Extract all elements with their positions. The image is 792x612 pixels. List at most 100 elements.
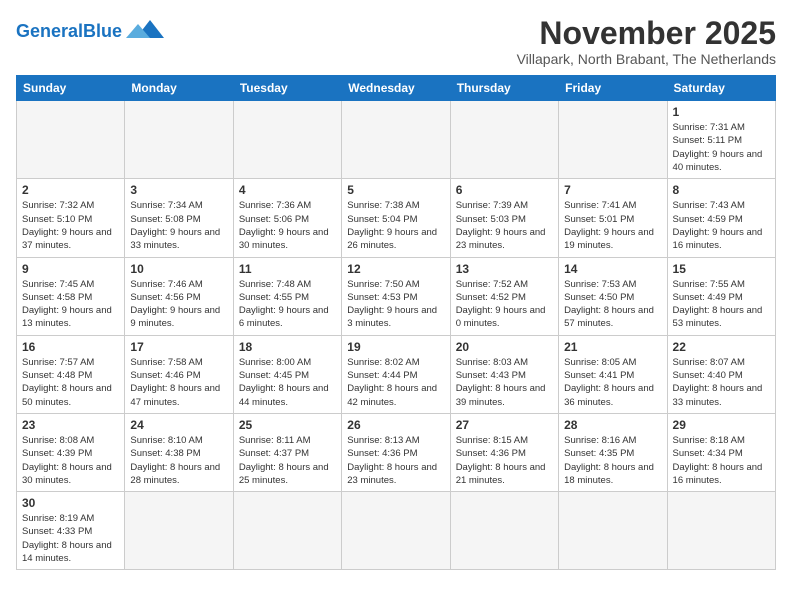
calendar-week-row: 30Sunrise: 8:19 AM Sunset: 4:33 PM Dayli… [17, 492, 776, 570]
calendar-day: 3Sunrise: 7:34 AM Sunset: 5:08 PM Daylig… [125, 179, 233, 257]
day-number: 6 [456, 183, 553, 197]
weekday-header: Saturday [667, 76, 775, 101]
calendar-day [559, 101, 667, 179]
calendar-day: 23Sunrise: 8:08 AM Sunset: 4:39 PM Dayli… [17, 413, 125, 491]
day-info: Sunrise: 8:03 AM Sunset: 4:43 PM Dayligh… [456, 356, 553, 409]
calendar-day: 21 Sunrise: 8:05 AM Sunset: 4:41 PM Dayli… [559, 335, 667, 413]
calendar-day: 4Sunrise: 7:36 AM Sunset: 5:06 PM Daylig… [233, 179, 341, 257]
day-number: 13 [456, 262, 553, 276]
day-info: Sunrise: 8:18 AM Sunset: 4:34 PM Dayligh… [673, 434, 770, 487]
weekday-header: Sunday [17, 76, 125, 101]
calendar-day: 2Sunrise: 7:32 AM Sunset: 5:10 PM Daylig… [17, 179, 125, 257]
calendar-week-row: 9Sunrise: 7:45 AM Sunset: 4:58 PM Daylig… [17, 257, 776, 335]
day-number: 5 [347, 183, 444, 197]
calendar-day: 7 Sunrise: 7:41 AM Sunset: 5:01 PM Daylig… [559, 179, 667, 257]
calendar-day: 14 Sunrise: 7:53 AM Sunset: 4:50 PM Dayli… [559, 257, 667, 335]
day-number: 21 [564, 340, 661, 354]
calendar-day: 19 Sunrise: 8:02 AM Sunset: 4:44 PM Dayli… [342, 335, 450, 413]
calendar-day: 16 Sunrise: 7:57 AM Sunset: 4:48 PM Dayli… [17, 335, 125, 413]
weekday-header-row: SundayMondayTuesdayWednesdayThursdayFrid… [17, 76, 776, 101]
day-info: Sunrise: 7:58 AM Sunset: 4:46 PM Dayligh… [130, 356, 227, 409]
calendar-day: 17 Sunrise: 7:58 AM Sunset: 4:46 PM Dayli… [125, 335, 233, 413]
day-number: 18 [239, 340, 336, 354]
calendar-day: 28 Sunrise: 8:16 AM Sunset: 4:35 PM Dayli… [559, 413, 667, 491]
calendar-day [450, 101, 558, 179]
day-info: Sunrise: 8:13 AM Sunset: 4:36 PM Dayligh… [347, 434, 444, 487]
calendar-day: 29Sunrise: 8:18 AM Sunset: 4:34 PM Dayli… [667, 413, 775, 491]
calendar-day [17, 101, 125, 179]
calendar-day [233, 492, 341, 570]
title-area: November 2025 Villapark, North Brabant, … [517, 16, 776, 67]
day-info: Sunrise: 8:15 AM Sunset: 4:36 PM Dayligh… [456, 434, 553, 487]
day-number: 28 [564, 418, 661, 432]
day-info: Sunrise: 7:50 AM Sunset: 4:53 PM Dayligh… [347, 278, 444, 331]
weekday-header: Wednesday [342, 76, 450, 101]
day-info: Sunrise: 7:52 AM Sunset: 4:52 PM Dayligh… [456, 278, 553, 331]
day-number: 8 [673, 183, 770, 197]
day-number: 7 [564, 183, 661, 197]
weekday-header: Friday [559, 76, 667, 101]
day-info: Sunrise: 7:55 AM Sunset: 4:49 PM Dayligh… [673, 278, 770, 331]
day-info: Sunrise: 8:08 AM Sunset: 4:39 PM Dayligh… [22, 434, 119, 487]
day-info: Sunrise: 8:05 AM Sunset: 4:41 PM Dayligh… [564, 356, 661, 409]
calendar-day [125, 101, 233, 179]
calendar-table: SundayMondayTuesdayWednesdayThursdayFrid… [16, 75, 776, 570]
day-info: Sunrise: 7:53 AM Sunset: 4:50 PM Dayligh… [564, 278, 661, 331]
calendar-week-row: 1Sunrise: 7:31 AM Sunset: 5:11 PM Daylig… [17, 101, 776, 179]
logo-text: GeneralBlue [16, 22, 122, 42]
weekday-header: Thursday [450, 76, 558, 101]
calendar-day: 26 Sunrise: 8:13 AM Sunset: 4:36 PM Dayli… [342, 413, 450, 491]
calendar-day: 11 Sunrise: 7:48 AM Sunset: 4:55 PM Dayli… [233, 257, 341, 335]
calendar-week-row: 2Sunrise: 7:32 AM Sunset: 5:10 PM Daylig… [17, 179, 776, 257]
day-number: 9 [22, 262, 119, 276]
day-number: 22 [673, 340, 770, 354]
month-title: November 2025 [517, 16, 776, 51]
calendar-day [342, 101, 450, 179]
day-info: Sunrise: 8:16 AM Sunset: 4:35 PM Dayligh… [564, 434, 661, 487]
calendar-day: 8 Sunrise: 7:43 AM Sunset: 4:59 PM Daylig… [667, 179, 775, 257]
day-number: 16 [22, 340, 119, 354]
calendar-day [667, 492, 775, 570]
day-number: 27 [456, 418, 553, 432]
calendar-day: 10 Sunrise: 7:46 AM Sunset: 4:56 PM Dayli… [125, 257, 233, 335]
day-info: Sunrise: 8:11 AM Sunset: 4:37 PM Dayligh… [239, 434, 336, 487]
day-info: Sunrise: 7:41 AM Sunset: 5:01 PM Dayligh… [564, 199, 661, 252]
day-info: Sunrise: 8:02 AM Sunset: 4:44 PM Dayligh… [347, 356, 444, 409]
weekday-header: Monday [125, 76, 233, 101]
day-info: Sunrise: 8:07 AM Sunset: 4:40 PM Dayligh… [673, 356, 770, 409]
day-info: Sunrise: 7:57 AM Sunset: 4:48 PM Dayligh… [22, 356, 119, 409]
day-info: Sunrise: 7:39 AM Sunset: 5:03 PM Dayligh… [456, 199, 553, 252]
day-info: Sunrise: 7:48 AM Sunset: 4:55 PM Dayligh… [239, 278, 336, 331]
calendar-day: 18 Sunrise: 8:00 AM Sunset: 4:45 PM Dayli… [233, 335, 341, 413]
day-info: Sunrise: 8:19 AM Sunset: 4:33 PM Dayligh… [22, 512, 119, 565]
calendar-day [233, 101, 341, 179]
day-info: Sunrise: 7:43 AM Sunset: 4:59 PM Dayligh… [673, 199, 770, 252]
page-header: GeneralBlue November 2025 Villapark, Nor… [16, 16, 776, 67]
day-number: 20 [456, 340, 553, 354]
day-number: 10 [130, 262, 227, 276]
day-number: 25 [239, 418, 336, 432]
day-info: Sunrise: 7:32 AM Sunset: 5:10 PM Dayligh… [22, 199, 119, 252]
logo: GeneralBlue [16, 16, 164, 44]
day-number: 11 [239, 262, 336, 276]
day-number: 1 [673, 105, 770, 119]
day-number: 26 [347, 418, 444, 432]
calendar-day: 13 Sunrise: 7:52 AM Sunset: 4:52 PM Dayli… [450, 257, 558, 335]
weekday-header: Tuesday [233, 76, 341, 101]
calendar-day: 15Sunrise: 7:55 AM Sunset: 4:49 PM Dayli… [667, 257, 775, 335]
day-info: Sunrise: 7:36 AM Sunset: 5:06 PM Dayligh… [239, 199, 336, 252]
calendar-day: 5Sunrise: 7:38 AM Sunset: 5:04 PM Daylig… [342, 179, 450, 257]
calendar-day: 30Sunrise: 8:19 AM Sunset: 4:33 PM Dayli… [17, 492, 125, 570]
day-info: Sunrise: 8:00 AM Sunset: 4:45 PM Dayligh… [239, 356, 336, 409]
calendar-day: 24Sunrise: 8:10 AM Sunset: 4:38 PM Dayli… [125, 413, 233, 491]
day-info: Sunrise: 7:46 AM Sunset: 4:56 PM Dayligh… [130, 278, 227, 331]
logo-icon [126, 16, 164, 44]
calendar-day [342, 492, 450, 570]
location-subtitle: Villapark, North Brabant, The Netherland… [517, 51, 776, 67]
day-number: 14 [564, 262, 661, 276]
calendar-day [125, 492, 233, 570]
day-info: Sunrise: 7:34 AM Sunset: 5:08 PM Dayligh… [130, 199, 227, 252]
day-number: 19 [347, 340, 444, 354]
day-number: 17 [130, 340, 227, 354]
calendar-week-row: 16 Sunrise: 7:57 AM Sunset: 4:48 PM Dayli… [17, 335, 776, 413]
